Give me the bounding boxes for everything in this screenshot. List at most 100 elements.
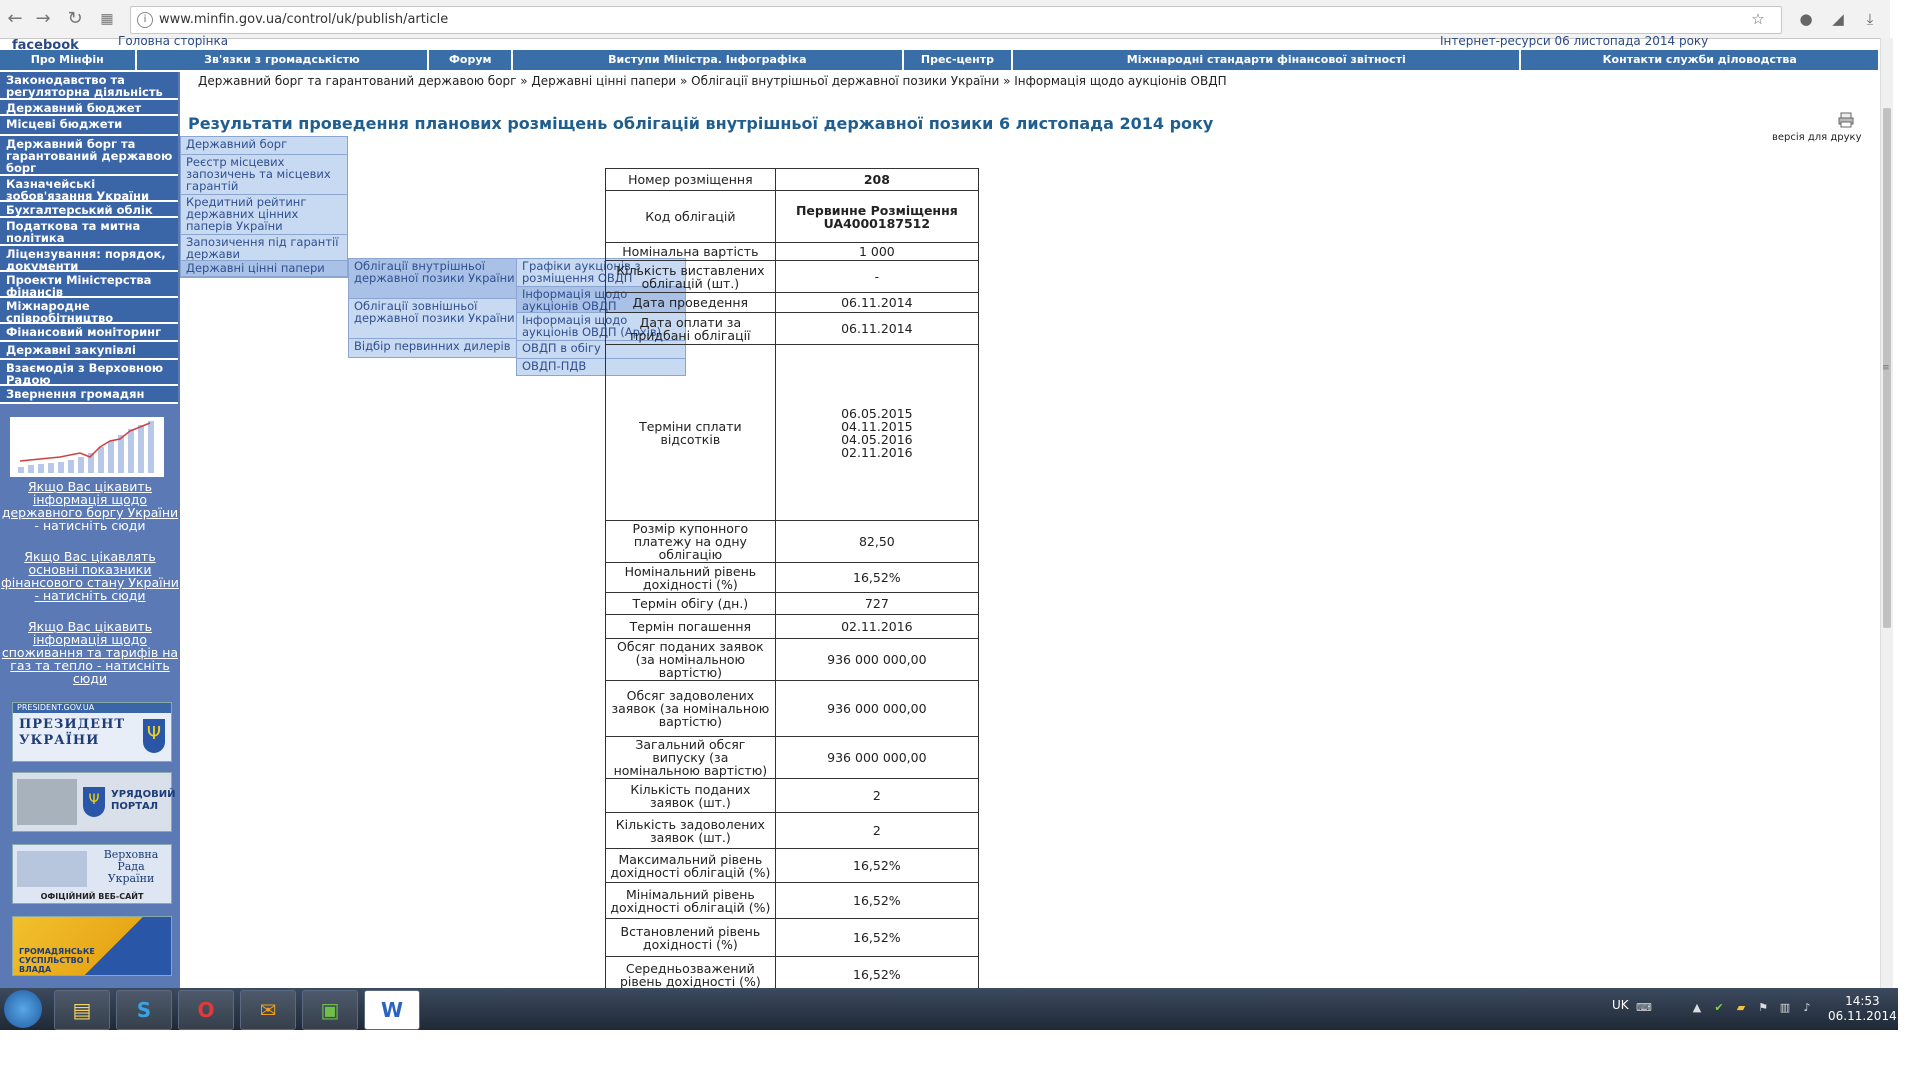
topnav-contacts[interactable]: Контакти служби діловодства [1521, 50, 1878, 70]
row-label: Розмір купонного платежу на одну облігац… [605, 520, 776, 563]
forward-icon[interactable]: → [32, 8, 54, 30]
dropdown-state-debt: Державний борг Реєстр місцевих запозичен… [180, 136, 348, 278]
government-building-icon [17, 779, 77, 825]
government-portal-text: УРЯДОВИЙ ПОРТАЛ [111, 789, 176, 812]
menu-item-local-borrowings[interactable]: Реєстр місцевих запозичень та місцевих г… [181, 155, 347, 195]
outlook-taskbar-icon[interactable]: ✉ [240, 990, 296, 1030]
volume-icon[interactable]: ♪ [1800, 1002, 1814, 1014]
topnav-ifrs[interactable]: Міжнародні стандарти фінансової звітност… [1013, 50, 1522, 70]
home-link[interactable]: Головна сторінка [118, 34, 228, 48]
keyboard-language[interactable]: UK [1612, 998, 1629, 1012]
topnav-about[interactable]: Про Мінфін [0, 50, 137, 70]
explorer-taskbar-icon[interactable]: ▤ [54, 990, 110, 1030]
menu-item-primary-dealers[interactable]: Відбір первинних дилерів [349, 339, 517, 357]
table-row: Терміни сплати відсотків 06.05.2015 04.1… [605, 344, 979, 521]
row-label: Кількість задоволених заявок (шт.) [605, 812, 776, 849]
debt-info-link[interactable]: Якщо Вас цікавить інформація щодо держав… [0, 480, 180, 532]
menu-item-credit-rating[interactable]: Кредитний рейтинг державних цінних папер… [181, 195, 347, 235]
word-taskbar-icon[interactable]: W [364, 990, 420, 1030]
clock-time: 14:53 [1845, 994, 1880, 1008]
sidebar-item-ministry-projects[interactable]: Проекти Міністерства фінансів [0, 272, 178, 298]
rss-icon[interactable]: ◢ [1828, 9, 1848, 29]
download-icon[interactable]: ⤓ [1860, 9, 1880, 29]
gas-tariffs-link-text: Якщо Вас цікавить інформація щодо спожив… [1, 619, 179, 686]
row-label: Обсяг задоволених заявок (за номінальною… [605, 680, 776, 737]
table-row: Обсяг поданих заявок (за номінальною вар… [605, 638, 979, 681]
breadcrumb[interactable]: Державний борг та гарантований державою … [198, 74, 1227, 88]
security-tray-icon[interactable]: ✔ [1712, 1002, 1726, 1014]
row-value: - [774, 260, 979, 293]
debt-chart-thumbnail[interactable] [10, 417, 164, 477]
sidebar-item-tax-policy[interactable]: Податкова та митна політика [0, 218, 178, 246]
debt-info-link-text: Якщо Вас цікавить інформація щодо держав… [1, 479, 179, 520]
print-version-link[interactable]: версія для друку [1772, 132, 1862, 143]
apps-icon[interactable]: ▦ [96, 8, 118, 30]
network-taskbar-icon[interactable]: ▣ [302, 990, 358, 1030]
sidebar-item-procurement[interactable]: Державні закупівлі [0, 342, 178, 360]
parliament-banner-text: Верховна Рада України [103, 848, 159, 885]
row-value: 16,52% [774, 918, 979, 957]
topnav-press-center[interactable]: Прес-центр [904, 50, 1014, 70]
sidebar-item-international[interactable]: Міжнародне співробітництво [0, 298, 178, 324]
row-label: Максимальний рівень дохідності облігацій… [605, 848, 776, 883]
financial-indicators-link[interactable]: Якщо Вас цікавлять основні показники фін… [0, 550, 180, 602]
start-button[interactable] [4, 990, 42, 1028]
sidebar-item-state-debt[interactable]: Державний борг та гарантований державою … [0, 136, 178, 176]
network-icon[interactable]: ▥ [1778, 1002, 1792, 1014]
print-icon[interactable] [1838, 112, 1854, 128]
president-banner[interactable]: PRESIDENT.GOV.UA ПРЕЗИДЕНТ УКРАЇНИ Ψ [12, 702, 172, 762]
show-hidden-icons[interactable]: ▲ [1690, 1002, 1704, 1014]
parliament-banner[interactable]: Верховна Рада України ОФІЦІЙНИЙ ВЕБ-САЙТ [12, 844, 172, 904]
header-info: Інтернет-ресурси 06 листопада 2014 року [1440, 34, 1709, 48]
president-banner-text: ПРЕЗИДЕНТ УКРАЇНИ [19, 717, 126, 748]
table-row: Кількість виставлених облігацій (шт.) - [605, 260, 979, 293]
row-value: 16,52% [774, 848, 979, 883]
sidebar-item-parliament[interactable]: Взаємодія з Верховною Радою [0, 360, 178, 386]
president-banner-small: PRESIDENT.GOV.UA [13, 703, 171, 713]
vertical-scrollbar[interactable]: ≡ [1880, 38, 1893, 988]
topnav-public-relations[interactable]: Зв'язки з громадськістю [137, 50, 430, 70]
page-info-icon[interactable]: i [137, 12, 153, 28]
menu-item-securities[interactable]: Державні цінні папери [181, 261, 347, 277]
action-center-icon[interactable]: ⚑ [1756, 1002, 1770, 1014]
keyboard-icon[interactable]: ⌨ [1636, 1002, 1652, 1014]
opera-taskbar-icon[interactable]: O [178, 990, 234, 1030]
sidebar-item-local-budgets[interactable]: Місцеві бюджети [0, 116, 178, 136]
skype-taskbar-icon[interactable]: S [116, 990, 172, 1030]
extension-icon[interactable]: ● [1796, 9, 1816, 29]
table-row: Встановлений рівень дохідності (%) 16,52… [605, 918, 979, 957]
menu-item-guaranteed-borrowings[interactable]: Запозичення під гарантії держави [181, 235, 347, 261]
debt-info-link-suffix: - натисніть сюди [34, 518, 146, 533]
table-row: Номінальний рівень дохідності (%) 16,52% [605, 562, 979, 593]
sidebar-item-financial-monitoring[interactable]: Фінансовий моніторинг [0, 324, 178, 342]
address-bar[interactable]: i www.minfin.gov.ua/control/uk/publish/a… [130, 6, 1782, 34]
sidebar-item-citizen-appeals[interactable]: Звернення громадян [0, 386, 178, 404]
menu-item-external-bonds[interactable]: Облігації зовнішньої державної позики Ук… [349, 299, 517, 339]
sidebar-item-licensing[interactable]: Ліцензування: порядок, документи [0, 246, 178, 272]
reload-icon[interactable]: ↻ [64, 8, 86, 30]
table-row: Розмір купонного платежу на одну облігац… [605, 520, 979, 563]
row-label: Мінімальний рівень дохідності облігацій … [605, 882, 776, 919]
back-icon[interactable]: ← [4, 8, 26, 30]
sidebar-item-state-budget[interactable]: Державний бюджет [0, 100, 178, 116]
topnav-forum[interactable]: Форум [429, 50, 514, 70]
gas-tariffs-link[interactable]: Якщо Вас цікавить інформація щодо спожив… [0, 620, 180, 685]
menu-item-state-debt[interactable]: Державний борг [181, 137, 347, 155]
row-label: Дата проведення [605, 292, 776, 313]
folder-tray-icon[interactable]: ▰ [1734, 1002, 1748, 1014]
star-icon[interactable]: ☆ [1748, 9, 1768, 29]
sidebar-item-treasury-obligations[interactable]: Казначейські зобов'язання України [0, 176, 178, 202]
row-value: 82,50 [774, 520, 979, 563]
civil-society-banner[interactable]: ГРОМАДЯНСЬКЕ СУСПІЛЬСТВО І ВЛАДА [12, 916, 172, 976]
table-row: Номінальна вартість 1 000 [605, 242, 979, 261]
table-row: Кількість задоволених заявок (шт.) 2 [605, 812, 979, 849]
topnav-minister-speeches[interactable]: Виступи Міністра. Інфографіка [513, 50, 904, 70]
government-portal-banner[interactable]: Ψ УРЯДОВИЙ ПОРТАЛ [12, 772, 176, 832]
sidebar-item-accounting[interactable]: Бухгалтерський облік [0, 202, 178, 218]
row-value: 1 000 [774, 242, 979, 261]
menu-item-domestic-bonds[interactable]: Облігації внутрішньої державної позики У… [349, 259, 517, 299]
sidebar-item-legislation[interactable]: Законодавство та регуляторна діяльність [0, 72, 178, 100]
clock[interactable]: 14:53 06.11.2014 [1828, 994, 1897, 1024]
page-title: Результати проведення планових розміщень… [188, 114, 1214, 133]
row-value: 727 [774, 592, 979, 615]
